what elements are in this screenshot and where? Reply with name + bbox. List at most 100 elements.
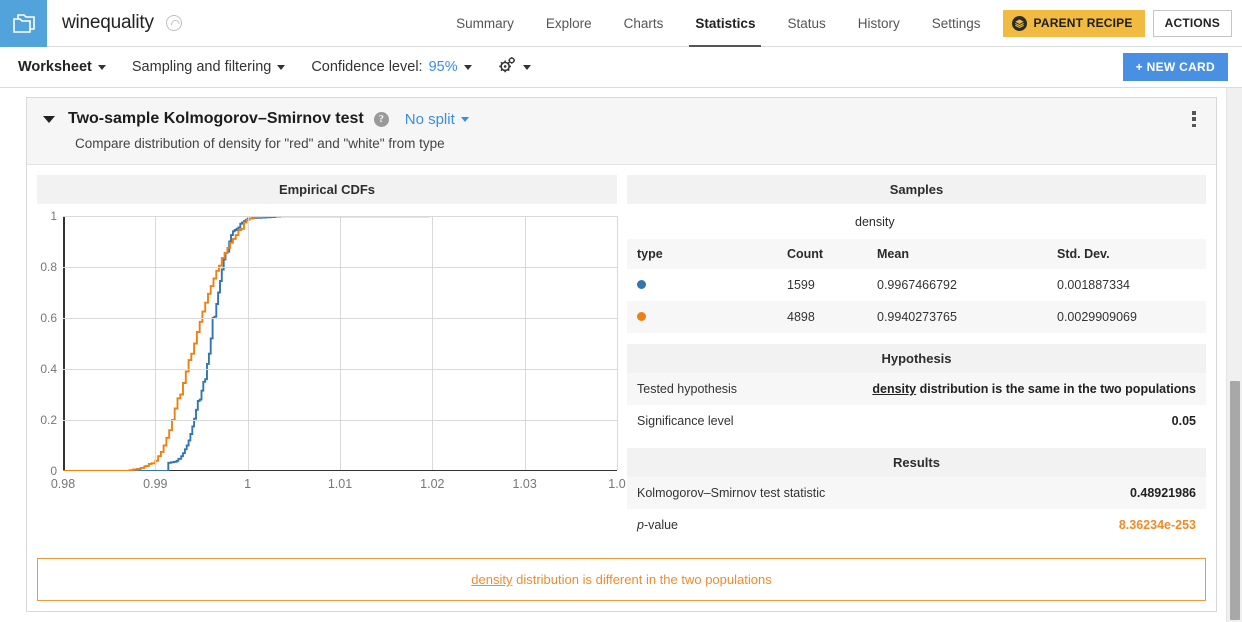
layers-icon [1011,15,1027,31]
scrollbar-thumb[interactable] [1230,381,1240,620]
significance-level-value: 0.05 [1171,414,1196,428]
cell-mean: 0.9967466792 [877,278,957,292]
chevron-down-icon [463,64,472,70]
x-gridline [247,216,249,470]
x-axis-tick-label: 0.99 [143,477,168,491]
x-axis-tick-label: 1.01 [327,477,353,491]
p-value-label: p-value [637,518,678,532]
conclusion-banner: density distribution is different in the… [37,558,1206,601]
blue-dot-icon [637,280,646,289]
cell-stddev: 0.001887334 [1057,278,1130,292]
column-header-stddev: Std. Dev. [1047,239,1206,269]
nav-item-statistics[interactable]: Statistics [679,0,771,48]
worksheet-dropdown[interactable]: Worksheet [18,59,106,75]
p-value-suffix: -value [643,518,678,532]
x-gridline [617,216,618,470]
chart-title: Empirical CDFs [37,175,617,204]
plot-area: 0 0.2 0.4 0.6 0.8 1 [40,209,618,478]
test-statistic-row: Kolmogorov–Smirnov test statistic 0.4892… [627,477,1206,509]
chevron-down-icon [522,64,531,70]
p-value-row: p-value 8.36234e-253 [627,509,1206,541]
results-section-title: Results [627,448,1206,477]
sampling-label: Sampling and filtering [131,59,272,75]
nav-item-charts[interactable]: Charts [608,0,680,47]
chevron-down-icon [277,64,286,70]
confidence-label: Confidence level: [311,59,423,75]
cell-mean: 0.9940273765 [867,301,1047,333]
y-axis-tick-label: 0.2 [40,413,57,427]
significance-level-label: Significance level [637,414,734,428]
sampling-filtering-dropdown[interactable]: Sampling and filtering [131,59,286,75]
y-axis-tick-label: 0.6 [40,311,57,325]
card-header: Two-sample Kolmogorov–Smirnov test ? No … [27,98,1216,165]
table-row: 4898 0.9940273765 0.0029909069 [627,301,1206,333]
statistics-card: Two-sample Kolmogorov–Smirnov test ? No … [26,97,1217,612]
worksheet-toolbar: Worksheet Sampling and filtering Confide… [0,47,1242,88]
cell-count: 4898 [777,301,867,333]
cell-type [627,301,777,333]
hypothesis-section-title: Hypothesis [627,344,1206,373]
nav-item-history[interactable]: History [842,0,916,47]
x-axis-labels: 0.98 0.99 1 1.01 1.02 1.03 1.0 [51,471,626,493]
x-axis-tick-label: 1 [244,477,252,491]
question-mark-icon[interactable]: ? [373,111,389,127]
cell-type [627,269,777,301]
nav-item-settings[interactable]: Settings [916,0,997,47]
nav-item-summary[interactable]: Summary [440,0,530,47]
split-dropdown[interactable]: No split [405,111,469,128]
x-gridline [155,216,157,470]
tested-hypothesis-label: Tested hypothesis [637,382,738,396]
samples-section-title: Samples [627,175,1206,204]
conclusion-text: distribution is different in the two pop… [512,572,772,587]
y-axis-tick-label: 0.8 [40,260,57,274]
parent-recipe-button[interactable]: PARENT RECIPE [1002,9,1145,37]
gears-icon [498,57,517,77]
x-axis-tick-label: 1.02 [420,477,445,491]
hypothesis-text: distribution is the same in the two popu… [916,382,1196,396]
x-axis-tick-label: 0.98 [50,477,76,491]
page-title: winequality [62,12,154,33]
p-italic: p [637,518,644,532]
status-circle-icon[interactable] [165,15,182,31]
stats-pane: Samples density type Count Mean Std. Dev… [627,175,1206,544]
column-header-count: Count [777,239,867,269]
worksheet-area: Two-sample Kolmogorov–Smirnov test ? No … [0,88,1242,622]
cell-count: 1599 [787,278,815,292]
significance-level-row: Significance level 0.05 [627,405,1206,437]
folder-icon[interactable] [0,0,47,47]
parent-recipe-label: PARENT RECIPE [1033,16,1133,30]
vertical-scrollbar[interactable] [1226,88,1242,622]
card-body: Empirical CDFs 0 0.2 0.4 0.6 0.8 1 0.98 0.99 1 1… [27,165,1216,544]
chevron-down-icon[interactable] [43,115,55,123]
worksheet-label: Worksheet [18,59,92,75]
y-axis-tick-label: 0 [50,464,57,478]
topbar-actions: PARENT RECIPE ACTIONS [997,0,1242,46]
x-gridline [524,216,526,470]
settings-gear-dropdown[interactable] [498,57,531,77]
chevron-down-icon [460,116,469,122]
orange-dot-icon [637,312,646,321]
main-nav: Summary Explore Charts Statistics Status… [440,0,997,48]
y-axis-tick-label: 1 [50,209,57,223]
card-title: Two-sample Kolmogorov–Smirnov test [68,110,364,127]
samples-variable-label: density [855,215,895,229]
cell-stddev: 0.0029909069 [1047,301,1206,333]
column-header-type: type [627,239,777,269]
nav-item-explore[interactable]: Explore [530,0,608,47]
new-card-button[interactable]: + NEW CARD [1122,53,1228,81]
actions-button[interactable]: ACTIONS [1152,9,1232,37]
test-statistic-label: Kolmogorov–Smirnov test statistic [637,486,826,500]
conclusion-variable: density [471,572,513,587]
empirical-cdf-chart: 0 0.2 0.4 0.6 0.8 1 0.98 0.99 1 1.01 1.02 1.03 1.0 [37,204,626,506]
kebab-menu-icon[interactable] [1186,110,1202,128]
column-header-mean: Mean [867,239,1047,269]
nav-item-status[interactable]: Status [771,0,841,47]
confidence-level-dropdown[interactable]: Confidence level: 95% [311,59,472,75]
y-axis-tick-label: 0.4 [40,362,57,376]
card-subtitle: Compare distribution of density for "red… [75,136,445,151]
samples-table: type Count Mean Std. Dev. 1599 0.9967466… [627,239,1206,333]
x-axis-tick-label: 1.0 [608,477,626,491]
table-header-row: type Count Mean Std. Dev. [627,239,1206,269]
x-gridline [432,216,434,470]
hypothesis-variable: density [872,382,917,396]
